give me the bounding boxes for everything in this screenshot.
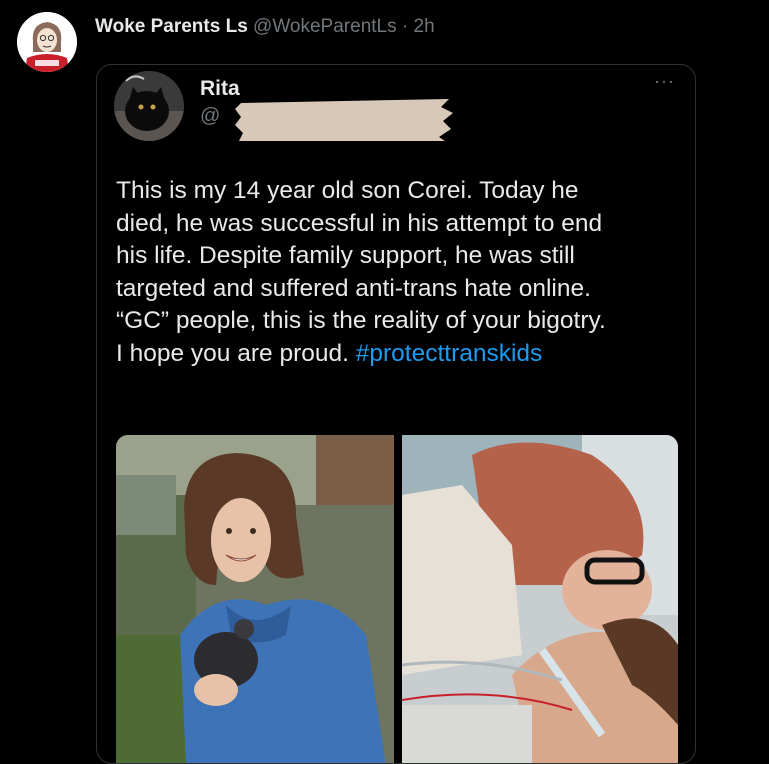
- quoted-display-name[interactable]: Rita: [200, 77, 240, 101]
- media-gallery: [116, 435, 678, 763]
- photo-teen-with-pigeon: [116, 435, 394, 763]
- user-avatar[interactable]: [17, 12, 77, 72]
- photo-right[interactable]: [402, 435, 678, 763]
- more-options-icon[interactable]: ···: [654, 71, 675, 92]
- text-line: This is my 14 year old son Corei. Today …: [116, 177, 579, 204]
- timestamp[interactable]: 2h: [414, 16, 435, 37]
- text-line: I hope you are proud.: [116, 339, 356, 367]
- text-line: his life. Despite family support, he was…: [116, 242, 575, 269]
- photo-hospital: [402, 435, 678, 763]
- cartoon-avatar-icon: [17, 12, 77, 72]
- user-handle[interactable]: @WokeParentLs: [253, 16, 397, 37]
- text-line-last: I hope you are proud. #protecttranskids: [116, 338, 686, 371]
- hashtag-link[interactable]: #protecttranskids: [356, 340, 543, 367]
- quoted-tweet[interactable]: Rita @ ··· This is my 14 year old son Co…: [96, 64, 696, 764]
- text-line: targeted and suffered anti-trans hate on…: [116, 274, 591, 302]
- quoted-avatar[interactable]: [114, 71, 184, 141]
- text-line: “GC” people, this is the reality of your…: [116, 307, 606, 334]
- tweet-header: Woke Parents Ls @WokeParentLs · 2h: [95, 16, 435, 38]
- redaction-mark: [235, 99, 453, 141]
- photo-left[interactable]: [116, 435, 394, 763]
- quoted-handle[interactable]: @: [200, 105, 220, 128]
- separator: ·: [396, 16, 414, 37]
- tweet-text: This is my 14 year old son Corei. Today …: [116, 175, 686, 370]
- text-line: died, he was successful in his attempt t…: [116, 209, 603, 237]
- cat-avatar-icon: [114, 71, 184, 141]
- display-name[interactable]: Woke Parents Ls: [95, 16, 248, 37]
